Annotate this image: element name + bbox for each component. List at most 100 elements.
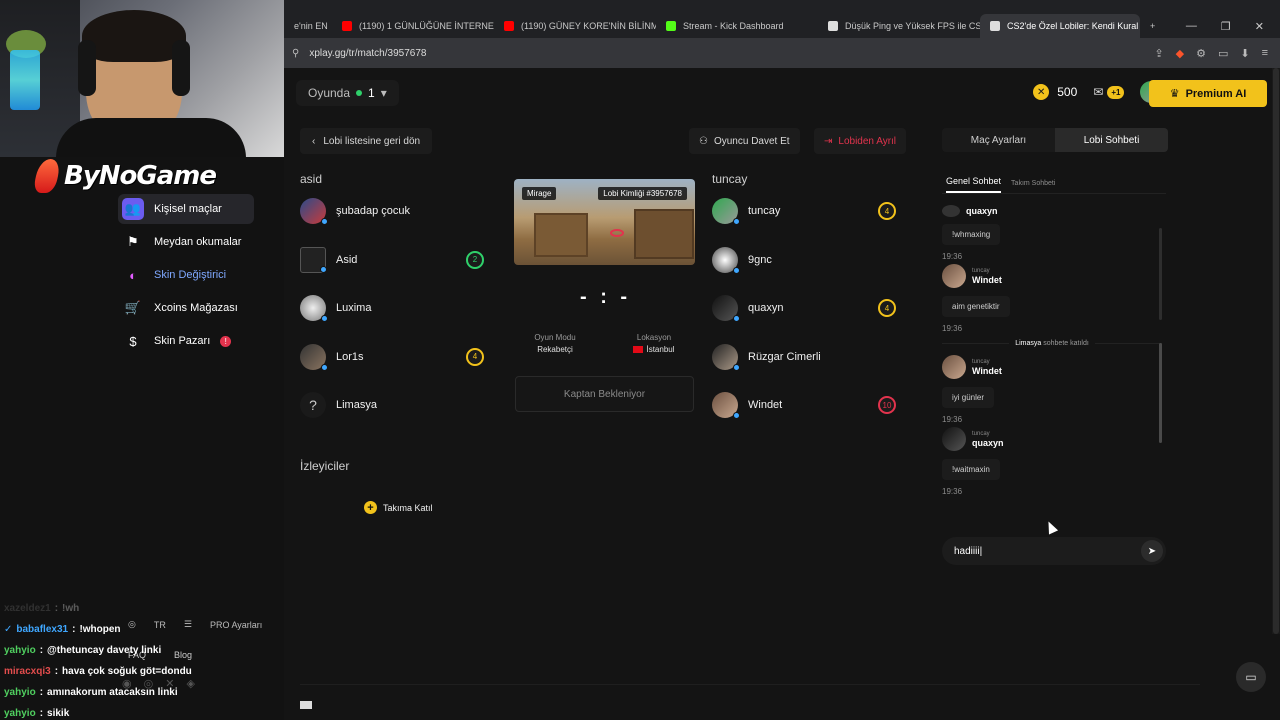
chat-scrollbar[interactable]: [1159, 343, 1162, 443]
chat-bubble: iyi günler: [942, 387, 995, 408]
brave-shield-icon[interactable]: ◆: [1176, 47, 1184, 60]
browser-tab[interactable]: (1190) GÜNEY KORE'NİN BİLİNMEYE: [494, 14, 656, 38]
new-tab-button[interactable]: +: [1140, 14, 1165, 38]
chevron-down-icon: ▾: [380, 86, 387, 100]
tab-team-chat[interactable]: Takım Sohbeti: [1011, 180, 1055, 193]
tab-title: Düşük Ping ve Yüksek FPS ile CS2 Su: [845, 21, 980, 31]
footer-logo: [300, 701, 312, 709]
join-team-button[interactable]: + Takıma Katıl: [364, 501, 433, 514]
support-chat-button[interactable]: ▭: [1236, 662, 1266, 692]
browser-tab-active[interactable]: CS2'de Özel Lobiler: Kendi Kural✕: [980, 14, 1140, 38]
left-sidebar: ByNoGame 👥 Kişisel maçlar ⚑ Meydan okuma…: [0, 157, 284, 720]
sidebar-item-skin-market[interactable]: $ Skin Pazarı !: [118, 326, 254, 356]
chat-user: quaxyn: [972, 437, 1004, 448]
mode-value: Rekabetçi: [537, 345, 573, 354]
player-row[interactable]: tuncay 4: [712, 187, 902, 236]
restore-icon[interactable]: ❐: [1221, 20, 1231, 33]
back-label: Lobi listesine geri dön: [323, 135, 421, 147]
page-scrollbar[interactable]: [1273, 68, 1279, 634]
tab-match-settings[interactable]: Maç Ayarları: [942, 128, 1055, 152]
player-row[interactable]: Asid 2: [300, 236, 490, 285]
location-value: İstanbul: [646, 345, 675, 354]
send-button[interactable]: ➤: [1141, 540, 1163, 562]
player-row[interactable]: ? Limasya: [300, 381, 490, 430]
player-name: Limasya: [336, 399, 377, 412]
avatar: [300, 246, 327, 273]
chat-user: Windet: [972, 274, 1002, 285]
menu-icon[interactable]: ≡: [1262, 47, 1268, 60]
player-name: Lor1s: [336, 350, 364, 363]
browser-tab[interactable]: Stream - Kick Dashboard: [656, 14, 818, 38]
avatar: [942, 427, 966, 451]
status-label: Oyunda: [308, 86, 351, 100]
invite-player-button[interactable]: ⚇ Oyuncu Davet Et: [689, 128, 800, 154]
player-row[interactable]: Rüzgar Cimerli: [712, 333, 902, 382]
unknown-avatar-icon: ?: [300, 392, 326, 419]
back-to-lobby-list-button[interactable]: ‹ Lobi listesine geri dön: [300, 128, 433, 154]
sidebar-item-skin-changer[interactable]: ◐ Skin Değiştirici: [118, 260, 254, 290]
url-field[interactable]: xplay.gg/tr/match/3957678: [309, 48, 426, 59]
tab-title: e'nin EN: [294, 21, 328, 31]
avatar: [712, 246, 740, 274]
chat-time: 19:36: [942, 324, 963, 333]
stream-chat-message: xazeldez1: !wh: [4, 603, 80, 614]
player-row[interactable]: 9gnc: [712, 236, 902, 285]
browser-tab[interactable]: (1190) 1 GÜNLÜĞÜNE İNTERNETTE ..: [332, 14, 494, 38]
premium-button[interactable]: ♛ Premium AI: [1149, 80, 1267, 107]
extensions-icon[interactable]: ⚙: [1196, 47, 1206, 60]
stream-chat-message: yahyio: amınakorum atacaksın linki: [4, 687, 178, 698]
game-status[interactable]: Oyunda 1 ▾: [296, 80, 399, 106]
minimize-icon[interactable]: —: [1186, 20, 1197, 33]
chat-message: tuncay Windet iyi günler 19:36: [942, 353, 1162, 425]
level-badge: 2: [466, 250, 484, 269]
avatar: [712, 392, 740, 420]
level-badge: 4: [878, 202, 896, 221]
browser-tab[interactable]: e'nin EN: [284, 14, 332, 38]
sidebar-item-personal-matches[interactable]: 👥 Kişisel maçlar: [118, 194, 254, 224]
coin-balance[interactable]: ✕ 500: [1033, 84, 1077, 100]
player-row[interactable]: quaxyn 4: [712, 284, 902, 333]
chat-input[interactable]: hadiiii | ➤: [942, 537, 1166, 565]
youtube-icon: [504, 21, 514, 31]
player-name: Asid: [336, 253, 358, 266]
sidebar-item-xcoins-shop[interactable]: 🛒 Xcoins Mağazası: [118, 293, 254, 323]
mail-button[interactable]: ✉ +1: [1093, 85, 1125, 99]
sidebar-item-label: Meydan okumalar: [154, 236, 242, 248]
sidebar-item-label: Skin Pazarı: [154, 335, 211, 347]
avatar: [300, 198, 328, 226]
send-icon: ➤: [1147, 545, 1157, 557]
team-a-list: şubadap çocuk Asid 2 Luxima Lor1s 4 ? Li…: [300, 187, 490, 430]
stream-chat-message: yahyio: @thetuncay davety linki: [4, 645, 162, 656]
tab-title: (1190) GÜNEY KORE'NİN BİLİNMEYE: [521, 21, 656, 31]
tab-general-chat[interactable]: Genel Sohbet: [946, 176, 1002, 193]
sidebar-menu: 👥 Kişisel maçlar ⚑ Meydan okumalar ◐ Ski…: [118, 194, 254, 359]
player-name: şubadap çocuk: [336, 205, 410, 218]
location: Lokasyon İstanbul: [622, 332, 686, 356]
chat-message: quaxyn !whmaxing 19:36: [942, 204, 1162, 262]
window-top: [284, 0, 1280, 14]
share-icon[interactable]: ⇪: [1154, 47, 1163, 60]
tab-lobby-chat[interactable]: Lobi Sohbeti: [1055, 128, 1168, 152]
close-window-icon[interactable]: ✕: [1255, 20, 1264, 33]
leave-lobby-button[interactable]: ⇥ Lobiden Ayrıl: [814, 128, 907, 154]
player-row[interactable]: şubadap çocuk: [300, 187, 490, 236]
chat-bubble-icon: ▭: [1245, 670, 1257, 684]
level-badge: 10: [878, 396, 896, 415]
avatar: [712, 198, 740, 226]
sidebar-icon[interactable]: ▭: [1218, 47, 1228, 60]
premium-label: Premium AI: [1185, 87, 1247, 100]
map-name: Mirage: [522, 187, 557, 200]
download-icon[interactable]: ⬇: [1240, 47, 1249, 60]
player-row[interactable]: Luxima: [300, 284, 490, 333]
chat-time: 19:36: [942, 415, 963, 424]
player-row[interactable]: Lor1s 4: [300, 333, 490, 382]
chat-user: Windet: [972, 365, 1002, 376]
site-info-icon[interactable]: ⚲: [292, 48, 299, 59]
tab-title: (1190) 1 GÜNLÜĞÜNE İNTERNETTE ..: [359, 21, 494, 31]
player-row[interactable]: Windet 10: [712, 381, 902, 430]
team-b-title: tuncay: [712, 172, 748, 186]
kick-icon: [666, 21, 676, 31]
browser-tab[interactable]: Düşük Ping ve Yüksek FPS ile CS2 Su: [818, 14, 980, 38]
chat-bubble: !whmaxing: [942, 224, 1001, 245]
sidebar-item-challenges[interactable]: ⚑ Meydan okumalar: [118, 227, 254, 257]
